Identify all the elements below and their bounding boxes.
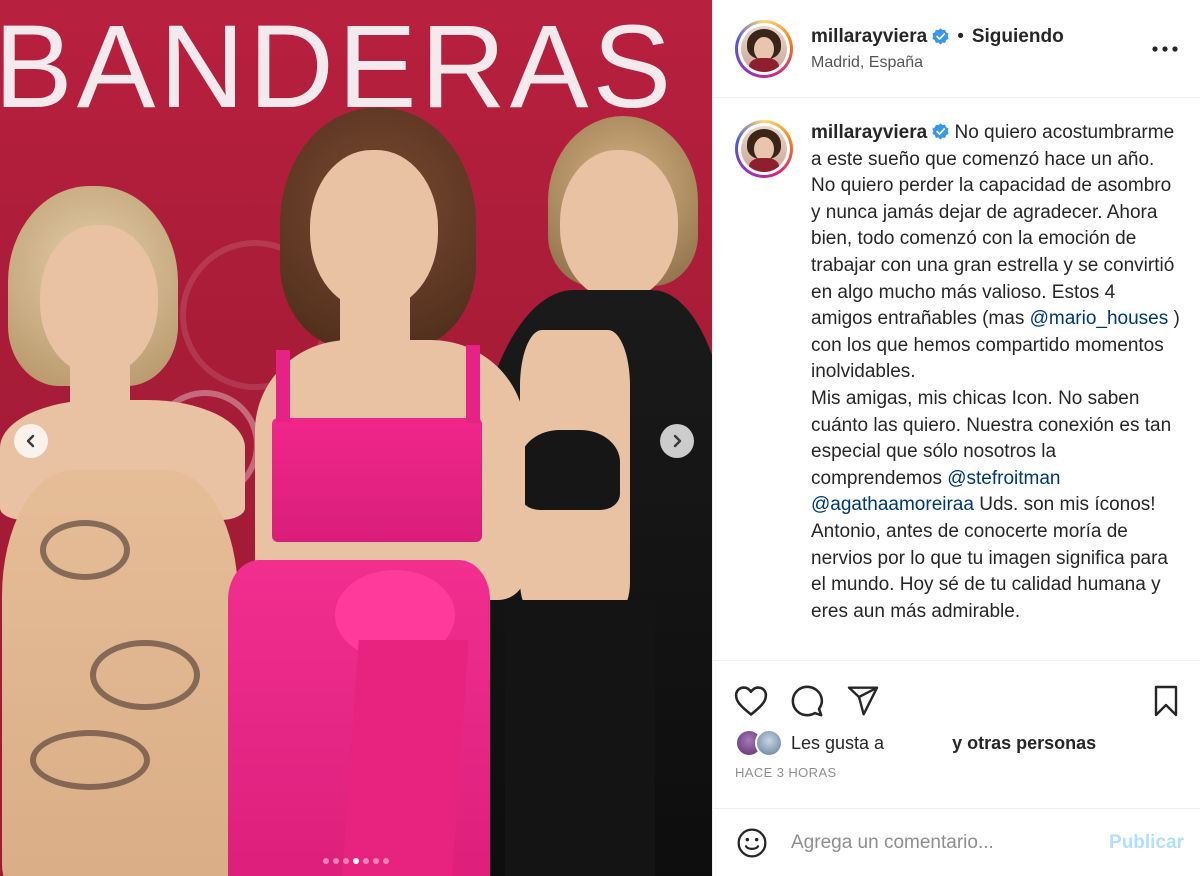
caption-section: millarayviera No quiero acostumbrarme a … bbox=[713, 98, 1200, 660]
actions-section: Les gusta a y otras personas HACE 3 HORA… bbox=[713, 660, 1200, 807]
emoji-button[interactable] bbox=[735, 826, 769, 860]
chevron-left-icon bbox=[26, 434, 35, 448]
carousel-dot bbox=[323, 858, 329, 864]
carousel-next-button[interactable] bbox=[660, 424, 694, 458]
caption-part-1: No quiero acostumbrarme a este sueño que… bbox=[811, 122, 1175, 330]
carousel-prev-button[interactable] bbox=[14, 424, 48, 458]
carousel-dot bbox=[353, 858, 359, 864]
emoji-icon bbox=[737, 828, 767, 857]
bookmark-icon bbox=[1154, 685, 1178, 717]
likes-summary[interactable]: Les gusta a y otras personas bbox=[735, 729, 1180, 757]
comment-button[interactable] bbox=[787, 681, 827, 721]
post-sidebar: millarayviera • Siguiendo Madrid, España… bbox=[712, 0, 1200, 876]
post-location[interactable]: Madrid, España bbox=[811, 54, 1150, 72]
carousel-dot bbox=[363, 858, 369, 864]
following-button[interactable]: Siguiendo bbox=[972, 26, 1064, 48]
save-button[interactable] bbox=[1146, 681, 1186, 721]
comment-form: Publicar bbox=[713, 808, 1200, 876]
caption-author-avatar[interactable] bbox=[735, 120, 793, 178]
paper-plane-icon bbox=[847, 686, 879, 716]
liker-avatars bbox=[735, 729, 787, 757]
carousel-dot bbox=[383, 858, 389, 864]
mention-link[interactable]: @stefroitman bbox=[947, 468, 1060, 489]
comment-input[interactable] bbox=[791, 831, 1110, 854]
likes-others-link[interactable]: y otras personas bbox=[952, 733, 1096, 754]
publish-button[interactable]: Publicar bbox=[1109, 832, 1184, 854]
action-bar bbox=[734, 661, 1180, 737]
heart-icon bbox=[734, 686, 768, 716]
comment-icon bbox=[791, 685, 824, 717]
carousel-dot bbox=[333, 858, 339, 864]
post-timestamp[interactable]: HACE 3 HORAS bbox=[735, 765, 1180, 807]
mention-link[interactable]: @agathaamoreiraa bbox=[811, 494, 974, 515]
like-button[interactable] bbox=[731, 681, 771, 721]
carousel-dot bbox=[343, 858, 349, 864]
liker-avatar bbox=[755, 729, 783, 757]
post-photo[interactable]: BANDERAS bbox=[0, 0, 712, 876]
chevron-right-icon bbox=[673, 434, 682, 448]
caption-username[interactable]: millarayviera bbox=[811, 122, 927, 143]
carousel-indicator bbox=[0, 858, 712, 864]
verified-badge-icon bbox=[932, 123, 949, 140]
author-username[interactable]: millarayviera bbox=[811, 26, 927, 48]
more-options-button[interactable] bbox=[1150, 34, 1180, 64]
post-header: millarayviera • Siguiendo Madrid, España bbox=[713, 0, 1200, 98]
share-button[interactable] bbox=[843, 681, 883, 721]
carousel-dot bbox=[373, 858, 379, 864]
header-separator: • bbox=[957, 25, 964, 47]
post-modal: BANDERAS millarayviera • Siguiendo Madri… bbox=[0, 0, 1200, 876]
verified-badge-icon bbox=[932, 28, 949, 45]
caption-text: millarayviera No quiero acostumbrarme a … bbox=[811, 120, 1180, 660]
backdrop-text: BANDERAS bbox=[0, 1, 676, 133]
author-avatar[interactable] bbox=[735, 19, 793, 78]
likes-prefix: Les gusta a bbox=[791, 732, 885, 753]
mention-link[interactable]: @mario_houses bbox=[1030, 308, 1169, 329]
more-options-icon bbox=[1152, 45, 1178, 52]
